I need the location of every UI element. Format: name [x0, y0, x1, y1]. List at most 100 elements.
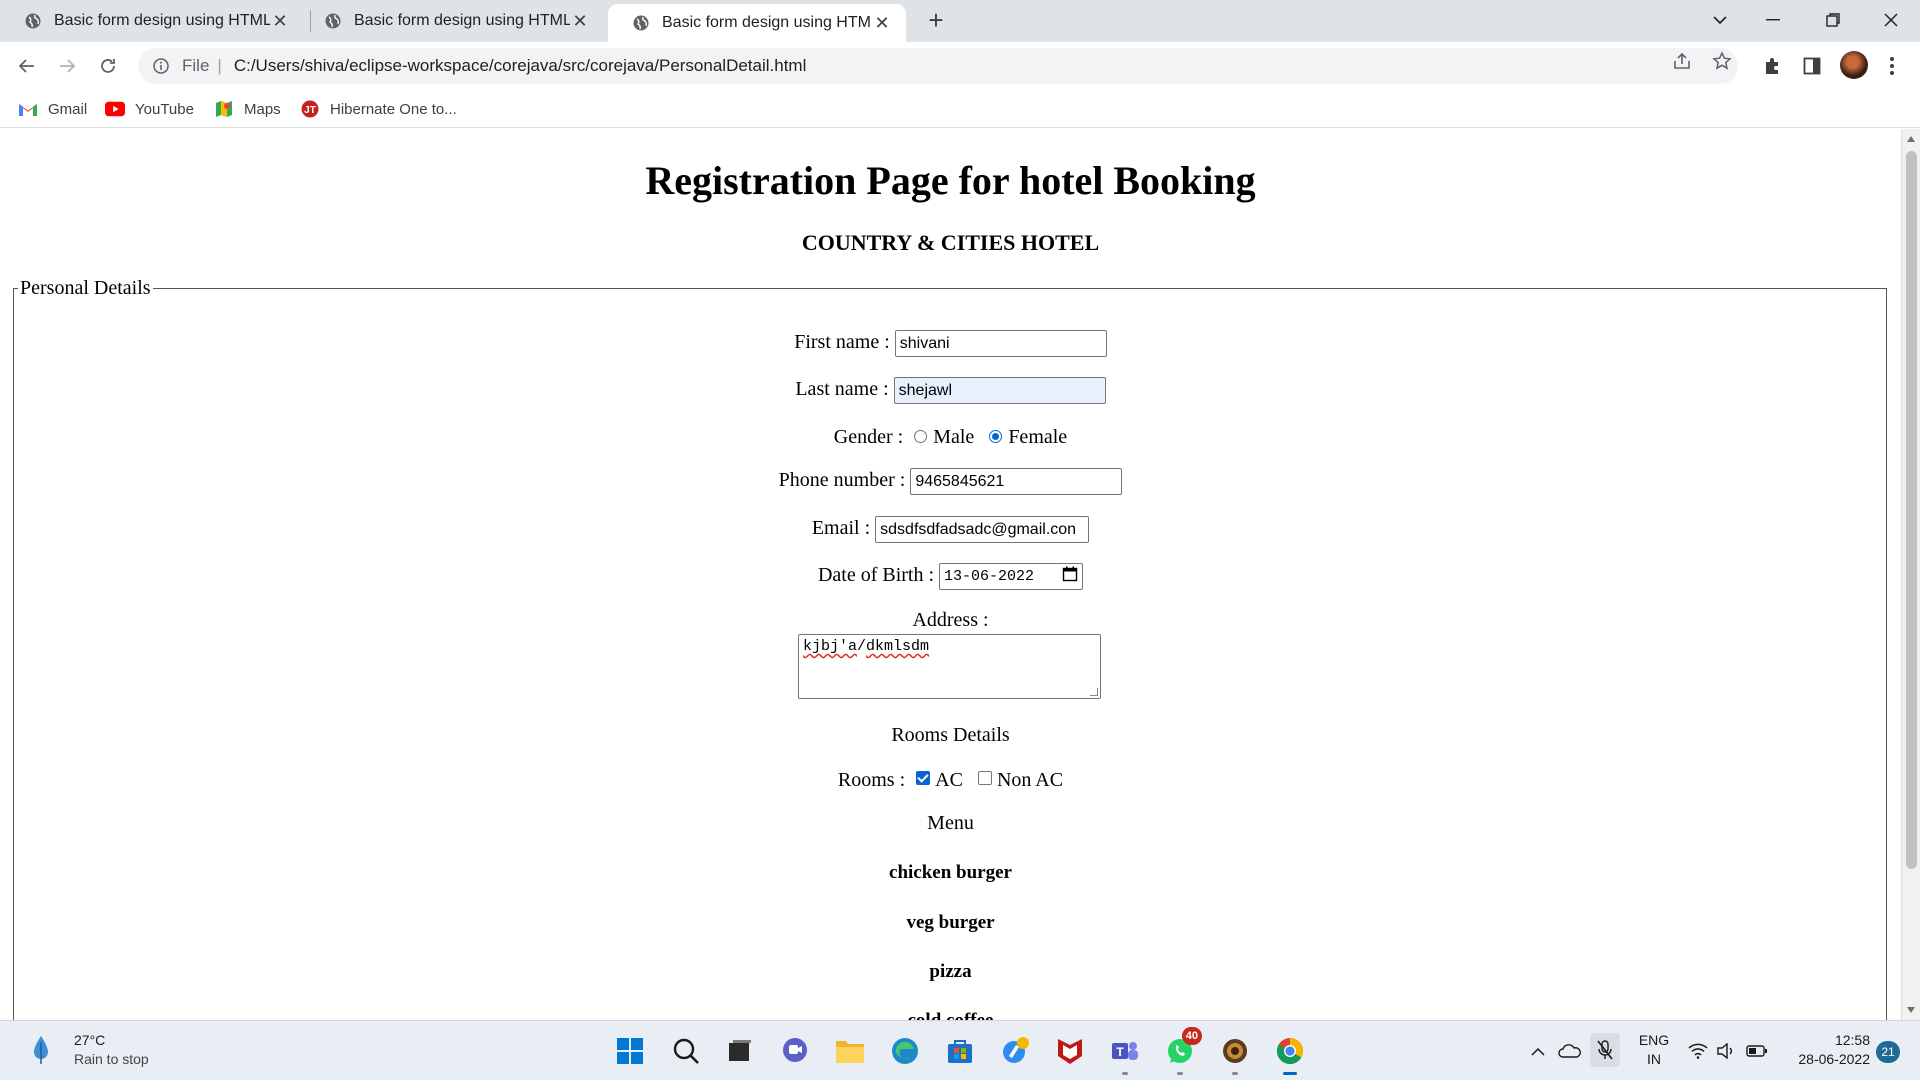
rain-drop-icon	[30, 1034, 52, 1066]
tab-3-active[interactable]: Basic form design using HTML ✕	[608, 4, 906, 42]
info-icon[interactable]	[152, 57, 170, 75]
last-name-input[interactable]	[893, 377, 1106, 404]
new-tab-button[interactable]: +	[924, 7, 948, 33]
file-explorer-icon[interactable]	[832, 1033, 868, 1069]
notification-count-badge[interactable]: 21	[1876, 1041, 1900, 1063]
battery-icon[interactable]	[1744, 1037, 1770, 1065]
side-panel-icon[interactable]	[1800, 54, 1824, 78]
address-bar[interactable]: File | C:/Users/shiva/eclipse-workspace/…	[138, 48, 1738, 84]
tab-title: Basic form design using HTML	[54, 12, 270, 29]
bookmark-youtube[interactable]: YouTube	[105, 98, 194, 120]
email-row: Email :	[0, 516, 1901, 543]
hotel-name: COUNTRY & CITIES HOTEL	[801, 230, 1100, 255]
bookmark-maps[interactable]: Maps	[214, 98, 281, 120]
volume-icon[interactable]	[1714, 1037, 1738, 1065]
address-textarea[interactable]: kjbj'a/dkmlsdm	[798, 634, 1101, 699]
close-tab-icon[interactable]: ✕	[872, 13, 892, 33]
whatsapp-icon[interactable]: 40	[1162, 1027, 1202, 1075]
scrollbar-thumb[interactable]	[1906, 151, 1917, 869]
address-text-part1: kjbj'a	[803, 638, 858, 655]
bookmark-gmail[interactable]: Gmail	[18, 98, 87, 120]
room-ac-checkbox[interactable]	[916, 771, 931, 786]
dob-date-input[interactable]: 13-06-2022	[939, 563, 1084, 590]
profile-avatar[interactable]	[1840, 51, 1868, 79]
close-tab-icon[interactable]: ✕	[270, 11, 290, 31]
search-icon[interactable]	[668, 1033, 704, 1069]
bookmark-label: Hibernate One to...	[330, 100, 457, 118]
chrome-icon[interactable]	[1272, 1033, 1308, 1075]
weather-temp: 27°C	[74, 1032, 106, 1048]
rooms-details-heading: Rooms Details	[891, 724, 1010, 746]
dob-value: 13-06-2022	[944, 568, 1035, 585]
last-name-row: Last name :	[0, 377, 1901, 404]
input-language[interactable]: ENG IN	[1636, 1031, 1672, 1069]
extensions-icon[interactable]	[1760, 54, 1784, 78]
room-nonac-checkbox[interactable]	[977, 771, 992, 786]
bookmark-label: Gmail	[48, 100, 88, 118]
microphone-muted-icon[interactable]	[1590, 1033, 1620, 1067]
share-icon[interactable]	[1672, 51, 1692, 71]
minimize-icon[interactable]	[1758, 6, 1788, 34]
first-name-input[interactable]	[894, 330, 1107, 357]
mcafee-icon[interactable]	[1052, 1033, 1088, 1069]
menu-item: pizza	[929, 961, 972, 982]
resize-grip-icon[interactable]	[1090, 688, 1098, 696]
dob-row: Date of Birth : 13-06-2022	[0, 563, 1901, 590]
game-icon[interactable]	[1217, 1033, 1253, 1075]
weather-desc: Rain to stop	[74, 1051, 149, 1067]
phone-input[interactable]	[910, 468, 1123, 495]
app-icon[interactable]	[997, 1033, 1033, 1069]
close-window-icon[interactable]	[1876, 6, 1906, 34]
phone-label: Phone number :	[778, 469, 906, 492]
menu-item: cold coffee	[908, 1010, 994, 1020]
gender-row: Gender : Male Female	[0, 426, 1901, 449]
gender-female-radio[interactable]	[989, 429, 1003, 443]
tab-title: Basic form design using HTML	[354, 12, 570, 29]
clock[interactable]: 12:58 28-06-2022	[1784, 1031, 1870, 1069]
weather-widget[interactable]: 27°C Rain to stop	[30, 1031, 149, 1069]
bookmark-star-icon[interactable]	[1712, 51, 1732, 71]
restore-icon[interactable]	[1818, 6, 1848, 34]
onedrive-cloud-icon[interactable]	[1557, 1037, 1583, 1065]
email-input[interactable]	[875, 516, 1090, 543]
task-view-icon[interactable]	[722, 1033, 758, 1069]
scroll-up-arrow-icon[interactable]	[1907, 136, 1915, 142]
language-code: ENG	[1638, 1032, 1670, 1048]
maps-icon	[214, 101, 234, 117]
calendar-icon[interactable]	[1062, 566, 1078, 587]
edge-icon[interactable]	[887, 1033, 923, 1069]
chat-icon[interactable]	[777, 1033, 813, 1069]
close-tab-icon[interactable]: ✕	[570, 11, 590, 31]
tab-1[interactable]: Basic form design using HTML ✕	[0, 0, 304, 42]
page-scrollbar[interactable]	[1901, 129, 1920, 1020]
tab-2[interactable]: Basic form design using HTML ✕	[300, 0, 604, 42]
email-label: Email :	[811, 517, 871, 540]
tab-search-chevron-icon[interactable]	[1705, 6, 1735, 34]
gmail-icon	[18, 101, 38, 117]
bookmark-hibernate[interactable]: JT Hibernate One to...	[300, 98, 457, 120]
url-text[interactable]: C:/Users/shiva/eclipse-workspace/corejav…	[234, 56, 807, 76]
address-label-row: Address :	[0, 609, 1901, 632]
forward-arrow-icon[interactable]	[53, 52, 81, 80]
first-name-row: First name :	[0, 330, 1901, 357]
teams-icon[interactable]: T	[1107, 1033, 1143, 1075]
scroll-down-arrow-icon[interactable]	[1907, 1007, 1915, 1013]
wifi-icon[interactable]	[1686, 1037, 1710, 1065]
fieldset-legend: Personal Details	[20, 277, 151, 299]
rooms-details-row: Rooms Details	[0, 724, 1901, 747]
more-menu-icon[interactable]	[1880, 54, 1904, 78]
phone-row: Phone number :	[0, 468, 1901, 495]
gender-male-label: Male	[933, 426, 975, 448]
start-icon[interactable]	[612, 1033, 648, 1069]
rooms-row: Rooms : AC Non AC	[0, 769, 1901, 792]
bookmark-label: Maps	[244, 100, 281, 118]
back-arrow-icon[interactable]	[13, 52, 41, 80]
store-icon[interactable]	[942, 1033, 978, 1069]
menu-item: veg burger	[906, 912, 995, 933]
youtube-icon	[105, 101, 125, 117]
page-title: Registration Page for hotel Booking	[645, 158, 1256, 203]
show-hidden-icons-chevron-icon[interactable]	[1527, 1037, 1549, 1065]
menu-title: Menu	[927, 812, 974, 834]
reload-icon[interactable]	[94, 52, 122, 80]
gender-male-radio[interactable]	[914, 429, 928, 443]
